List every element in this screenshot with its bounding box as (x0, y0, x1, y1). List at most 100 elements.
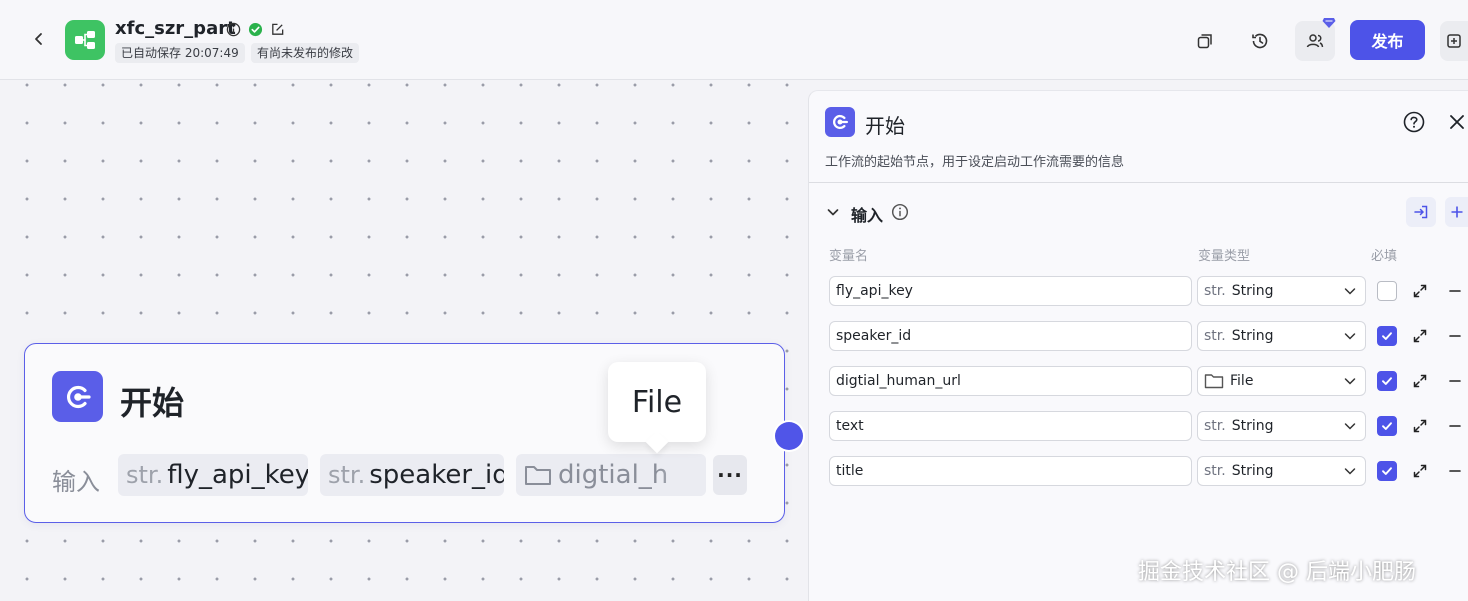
variable-row: str. String (809, 411, 1468, 441)
start-icon (66, 385, 91, 408)
col-header-name: 变量名 (829, 249, 869, 264)
start-node-title: 开始 (120, 384, 185, 422)
variable-name-input[interactable] (829, 456, 1192, 486)
type-label: String (1231, 328, 1274, 344)
panel-description: 工作流的起始节点，用于设定启动工作流需要的信息 (825, 155, 1125, 170)
history-icon (1252, 33, 1268, 49)
chevron-down-icon (1344, 378, 1356, 385)
expand-icon[interactable] (1412, 418, 1428, 434)
close-icon[interactable] (1447, 112, 1467, 132)
type-prefix: str. (1204, 328, 1226, 344)
back-button[interactable] (28, 28, 50, 50)
import-button[interactable] (1406, 197, 1436, 227)
node-output-handle[interactable] (773, 420, 805, 452)
type-label: String (1231, 283, 1274, 299)
edit-icon[interactable] (269, 21, 285, 37)
check-icon (1382, 467, 1392, 475)
variable-type-select[interactable]: str. String (1197, 456, 1366, 486)
variable-type-select[interactable]: File (1197, 366, 1366, 396)
expand-icon[interactable] (1412, 283, 1428, 299)
type-tooltip: File (608, 362, 706, 442)
required-checkbox[interactable] (1377, 416, 1397, 436)
chip-type: str. (328, 461, 366, 489)
watermark: 掘金技术社区 @ 后端小肥肠 (1138, 560, 1416, 585)
chip-name: digtial_h (558, 460, 669, 490)
remove-icon[interactable] (1447, 373, 1463, 389)
expand-icon[interactable] (1412, 373, 1428, 389)
expand-icon[interactable] (1412, 328, 1428, 344)
variable-name-input[interactable] (829, 411, 1192, 441)
variable-name-input[interactable] (829, 276, 1192, 306)
variable-type-select[interactable]: str. String (1197, 411, 1366, 441)
node-input-chip: digtial_h (516, 454, 706, 496)
copy-icon (1197, 34, 1212, 49)
required-checkbox[interactable] (1377, 281, 1397, 301)
node-input-chip: str. speaker_id (320, 454, 504, 496)
variable-row: File (809, 366, 1468, 396)
chip-fade (656, 454, 706, 496)
input-section-title: 输入 (851, 206, 884, 225)
check-icon (1382, 422, 1392, 430)
start-node-icon (52, 371, 103, 422)
publish-button[interactable]: 发布 (1350, 20, 1425, 60)
check-icon (1382, 377, 1392, 385)
chevron-left-icon (35, 33, 42, 45)
chevron-down-icon (1344, 333, 1356, 340)
add-panel-icon (1447, 34, 1461, 48)
autosave-badge: 已自动保存 20:07:49 (115, 43, 245, 63)
panel-start-icon (825, 107, 855, 137)
copy-button[interactable] (1185, 21, 1225, 61)
expand-icon[interactable] (1412, 463, 1428, 479)
remove-icon[interactable] (1447, 328, 1463, 344)
variable-name-input[interactable] (829, 366, 1192, 396)
remove-icon[interactable] (1447, 418, 1463, 434)
workflow-icon (75, 31, 95, 49)
unpublished-badge: 有尚未发布的修改 (251, 43, 360, 63)
panel-toggle-button[interactable] (1440, 21, 1468, 61)
type-prefix: str. (1204, 418, 1226, 434)
check-circle-icon (247, 21, 263, 37)
diamond-badge-icon (1322, 18, 1336, 28)
add-variable-button[interactable] (1445, 197, 1468, 227)
variable-row: str. String (809, 321, 1468, 351)
node-input-chip: str. fly_api_key (118, 454, 308, 496)
app-icon (65, 20, 105, 60)
chevron-down-icon (1344, 288, 1356, 295)
required-checkbox[interactable] (1377, 371, 1397, 391)
folder-icon (1204, 374, 1224, 389)
type-label: String (1231, 418, 1274, 434)
chevron-down-icon (1344, 423, 1356, 430)
remove-icon[interactable] (1447, 463, 1463, 479)
variable-row: str. String (809, 276, 1468, 306)
variable-row: str. String (809, 456, 1468, 486)
top-header: xfc_szr_part 已自动保存 20:07:49 有尚未发布的修改 发布 (0, 0, 1468, 80)
node-input-label: 输入 (52, 468, 100, 496)
info-icon[interactable] (225, 21, 241, 37)
variable-name-input[interactable] (829, 321, 1192, 351)
users-icon (1306, 34, 1324, 48)
col-header-type: 变量类型 (1198, 249, 1251, 264)
variable-type-select[interactable]: str. String (1197, 321, 1366, 351)
variable-type-select[interactable]: str. String (1197, 276, 1366, 306)
type-prefix: str. (1204, 463, 1226, 479)
type-label: String (1231, 463, 1274, 479)
chevron-down-icon (1344, 468, 1356, 475)
chevron-down-icon[interactable] (825, 204, 841, 220)
app-title: xfc_szr_part (115, 18, 236, 39)
help-icon[interactable] (1403, 111, 1425, 133)
col-header-required: 必填 (1371, 249, 1398, 264)
type-prefix: str. (1204, 283, 1226, 299)
chip-name: fly_api_key (167, 460, 308, 490)
more-inputs-button[interactable]: ··· (713, 455, 747, 495)
plus-icon (1451, 206, 1463, 218)
import-icon (1414, 205, 1428, 219)
info-icon[interactable] (891, 203, 909, 221)
panel-divider (809, 182, 1468, 183)
type-label: File (1230, 373, 1254, 389)
required-checkbox[interactable] (1377, 461, 1397, 481)
folder-icon (525, 466, 551, 485)
check-icon (1382, 332, 1392, 340)
history-button[interactable] (1240, 21, 1280, 61)
required-checkbox[interactable] (1377, 326, 1397, 346)
remove-icon[interactable] (1447, 283, 1463, 299)
